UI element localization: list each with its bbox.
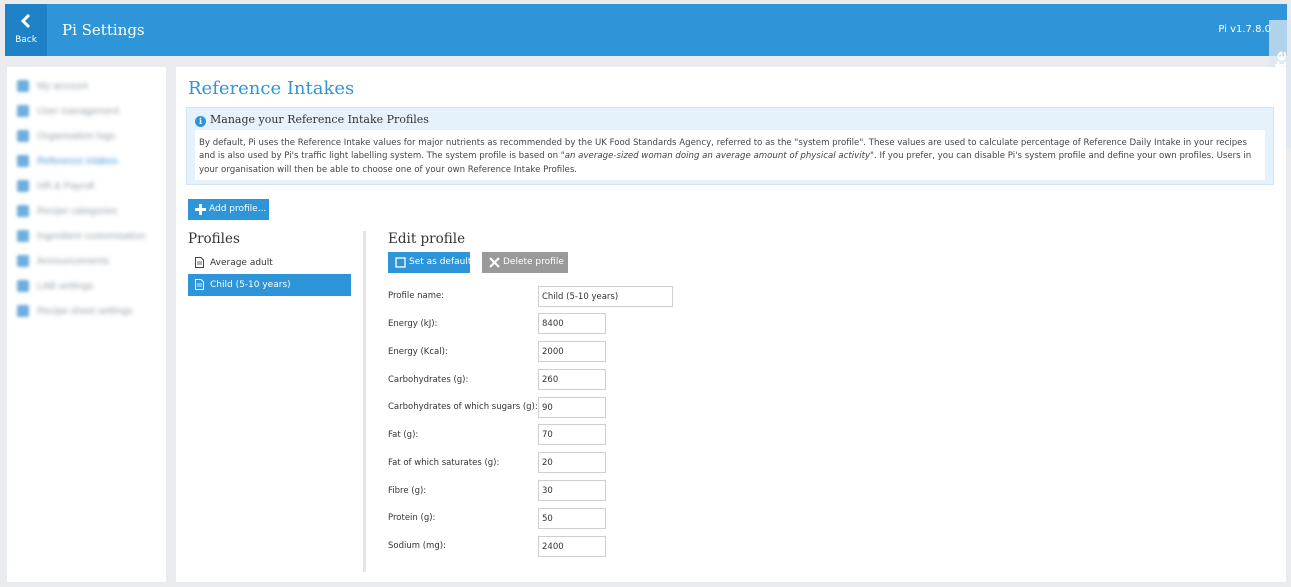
app-title: Pi Settings — [62, 21, 145, 39]
sheet-icon — [17, 305, 29, 317]
fibre-label: Fibre (g): — [388, 486, 427, 496]
info-heading: i Manage your Reference Intake Profiles — [195, 113, 429, 127]
energy-kj-input[interactable] — [538, 313, 606, 334]
sidebar-item-recipe-sheet-settings[interactable]: Recipe sheet settings — [17, 304, 157, 318]
protein-label: Protein (g): — [388, 513, 436, 523]
info-body-quote: "an average-sized woman doing an average… — [560, 151, 874, 162]
energy-kj-label: Energy (kJ): — [388, 319, 438, 329]
sidebar-item-lab-settings[interactable]: LAB settings — [17, 279, 157, 293]
fibre-input[interactable] — [538, 480, 606, 501]
info-icon: i — [195, 116, 206, 127]
sidebar-item-label: Recipe categories — [37, 206, 118, 217]
document-icon — [195, 257, 204, 268]
sodium-input[interactable] — [538, 536, 606, 557]
edit-profile-heading: Edit profile — [388, 231, 466, 247]
delete-profile-label: Delete profile — [503, 257, 564, 267]
plus-icon — [195, 204, 206, 215]
sidebar-item-recipe-categories[interactable]: Recipe categories — [17, 204, 157, 218]
fat-input[interactable] — [538, 424, 606, 445]
sidebar-item-label: LAB settings — [37, 281, 94, 292]
person-icon — [17, 180, 29, 192]
main-panel: Reference Intakes i Manage your Reference… — [176, 67, 1286, 582]
sidebar-item-announcements[interactable]: Announcements — [17, 254, 157, 268]
profile-name-input[interactable] — [538, 286, 673, 307]
info-heading-text: Manage your Reference Intake Profiles — [210, 113, 429, 126]
sidebar-item-label: HR & Payroll — [37, 181, 95, 192]
profile-item-average-adult[interactable]: Average adult — [188, 252, 351, 274]
sidebar-item-label: My account — [37, 81, 89, 92]
protein-input[interactable] — [538, 508, 606, 529]
profiles-heading: Profiles — [188, 231, 240, 247]
sidebar-item-hr-payroll[interactable]: HR & Payroll — [17, 179, 157, 193]
profile-item-label: Average adult — [210, 258, 273, 268]
fat-label: Fat (g): — [388, 430, 419, 440]
sidebar-item-label: Organisation logo — [37, 131, 116, 142]
user-icon — [17, 80, 29, 92]
saturates-input[interactable] — [538, 452, 606, 473]
users-icon — [17, 105, 29, 117]
info-box: i Manage your Reference Intake Profiles B… — [186, 107, 1274, 185]
set-as-default-label: Set as default — [409, 257, 472, 267]
sidebar-item-my-account[interactable]: My account — [17, 79, 157, 93]
flask-icon — [17, 280, 29, 292]
chevron-left-icon — [20, 14, 31, 28]
sodium-label: Sodium (mg): — [388, 541, 446, 551]
energy-kcal-label: Energy (Kcal): — [388, 347, 448, 357]
sidebar-item-user-management[interactable]: User management — [17, 104, 157, 118]
sidebar-item-ingredient-customisation[interactable]: Ingredient customisation — [17, 229, 157, 243]
profile-item-label: Child (5-10 years) — [210, 280, 291, 290]
list-icon — [17, 155, 29, 167]
image-icon — [17, 130, 29, 142]
sugars-input[interactable] — [538, 397, 606, 418]
sidebar-item-organisation-logo[interactable]: Organisation logo — [17, 129, 157, 143]
wrench-icon — [17, 230, 29, 242]
megaphone-icon — [17, 255, 29, 267]
sidebar-item-label: Recipe sheet settings — [37, 306, 133, 317]
sidebar-item-label: Reference intakes — [37, 156, 118, 167]
sidebar: My account User management Organisation … — [7, 67, 166, 582]
close-icon — [489, 257, 500, 268]
set-as-default-button[interactable]: Set as default — [388, 252, 472, 273]
energy-kcal-input[interactable] — [538, 341, 606, 362]
top-bar: Back Pi Settings Pi v1.7.8.0 — [5, 4, 1287, 56]
back-label: Back — [15, 35, 37, 45]
saturates-label: Fat of which saturates (g): — [388, 458, 500, 468]
carbohydrates-input[interactable] — [538, 369, 606, 390]
back-button[interactable]: Back — [5, 4, 47, 56]
checkbox-icon — [395, 257, 406, 268]
add-profile-button[interactable]: Add profile... — [188, 199, 269, 220]
sidebar-item-label: User management — [37, 106, 120, 117]
add-profile-label: Add profile... — [209, 204, 267, 214]
sidebar-item-reference-intakes[interactable]: Reference intakes — [17, 154, 157, 168]
document-icon — [195, 279, 204, 290]
info-body: By default, Pi uses the Reference Intake… — [199, 137, 1259, 177]
profile-name-label: Profile name: — [388, 291, 445, 301]
carbohydrates-label: Carbohydrates (g): — [388, 375, 469, 385]
folder-icon — [17, 205, 29, 217]
delete-profile-button[interactable]: Delete profile — [482, 252, 568, 273]
sidebar-item-label: Announcements — [37, 256, 110, 267]
sugars-label: Carbohydrates of which sugars (g): — [388, 402, 538, 412]
page-title: Reference Intakes — [188, 78, 355, 99]
version-label: Pi v1.7.8.0 — [1218, 24, 1271, 35]
sidebar-item-label: Ingredient customisation — [37, 231, 146, 242]
profile-item-child[interactable]: Child (5-10 years) — [188, 274, 351, 296]
column-divider — [363, 231, 366, 572]
